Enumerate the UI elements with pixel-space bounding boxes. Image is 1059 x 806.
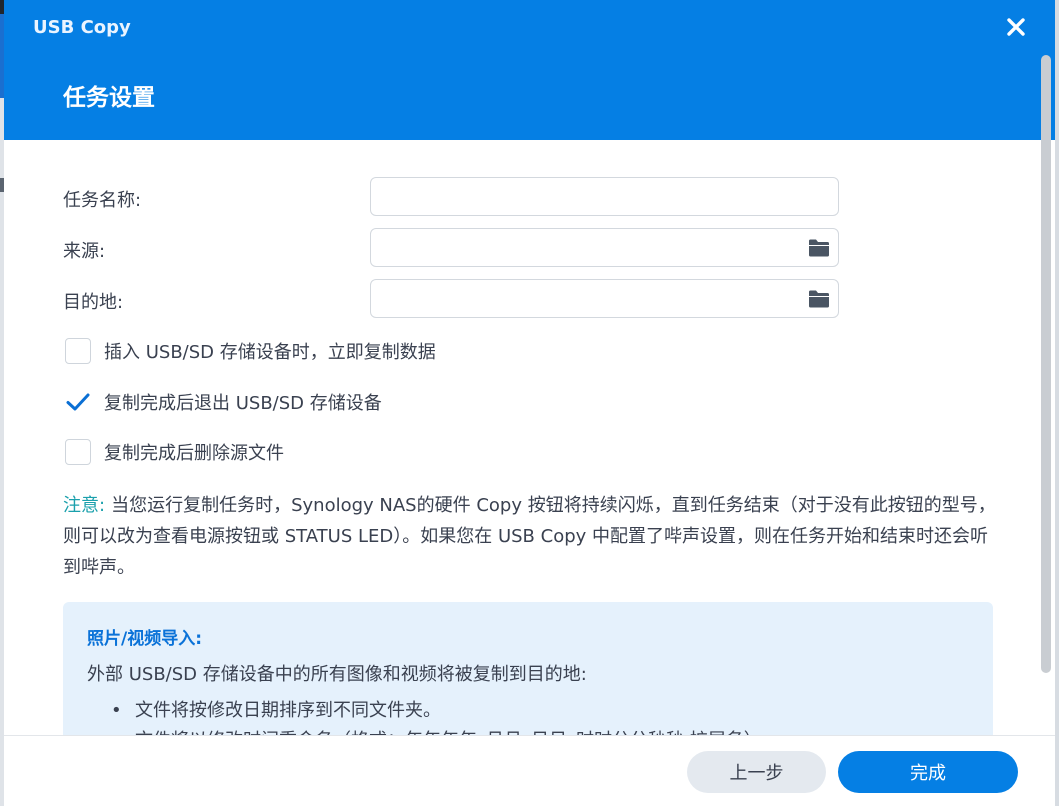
note-body: 当您运行复制任务时，Synology NAS的硬件 Copy 按钮将持续闪烁，直… bbox=[63, 495, 996, 578]
destination-browse-button[interactable] bbox=[808, 289, 830, 309]
app-title: USB Copy bbox=[33, 17, 131, 38]
destination-label: 目的地: bbox=[63, 292, 124, 313]
option-eject-after-copy[interactable]: 复制完成后退出 USB/SD 存储设备 bbox=[65, 388, 382, 416]
step-title: 任务设置 bbox=[63, 85, 155, 111]
task-name-input[interactable] bbox=[370, 177, 839, 216]
source-label: 来源: bbox=[63, 241, 106, 262]
task-name-label: 任务名称: bbox=[63, 190, 142, 211]
source-field[interactable] bbox=[370, 228, 839, 267]
option-label: 复制完成后删除源文件 bbox=[104, 443, 284, 464]
usb-copy-dialog: USB Copy 任务设置 任务名称: 来源: 目的地: 插入 USB/SD 存… bbox=[4, 0, 1055, 806]
option-label: 插入 USB/SD 存储设备时，立即复制数据 bbox=[104, 342, 436, 363]
dialog-header: USB Copy 任务设置 bbox=[4, 0, 1055, 140]
info-title: 照片/视频导入: bbox=[87, 629, 203, 649]
note-text: 注意: 当您运行复制任务时，Synology NAS的硬件 Copy 按钮将持续闪… bbox=[63, 490, 1003, 583]
destination-field[interactable] bbox=[370, 279, 839, 318]
scrollbar-thumb[interactable] bbox=[1041, 55, 1051, 673]
close-icon bbox=[1007, 18, 1025, 36]
done-button[interactable]: 完成 bbox=[838, 751, 1018, 793]
option-copy-on-insert[interactable]: 插入 USB/SD 存储设备时，立即复制数据 bbox=[65, 337, 436, 365]
checkbox-unchecked[interactable] bbox=[65, 439, 91, 465]
checkbox-checked[interactable] bbox=[65, 389, 91, 415]
option-label: 复制完成后退出 USB/SD 存储设备 bbox=[104, 393, 382, 414]
checkbox-unchecked[interactable] bbox=[65, 338, 91, 364]
folder-icon bbox=[809, 290, 829, 308]
info-description: 外部 USB/SD 存储设备中的所有图像和视频将被复制到目的地: bbox=[87, 664, 587, 685]
dialog-footer: 上一步 完成 bbox=[4, 735, 1055, 806]
info-bullet: 文件将按修改日期排序到不同文件夹。 bbox=[111, 696, 771, 726]
close-button[interactable] bbox=[1003, 14, 1029, 40]
option-delete-source[interactable]: 复制完成后删除源文件 bbox=[65, 438, 284, 466]
source-browse-button[interactable] bbox=[808, 238, 830, 258]
checkmark-icon bbox=[66, 393, 90, 411]
folder-icon bbox=[809, 239, 829, 257]
back-button[interactable]: 上一步 bbox=[687, 751, 826, 793]
note-label: 注意: bbox=[63, 495, 106, 516]
background-app-right-edge bbox=[1055, 0, 1059, 806]
